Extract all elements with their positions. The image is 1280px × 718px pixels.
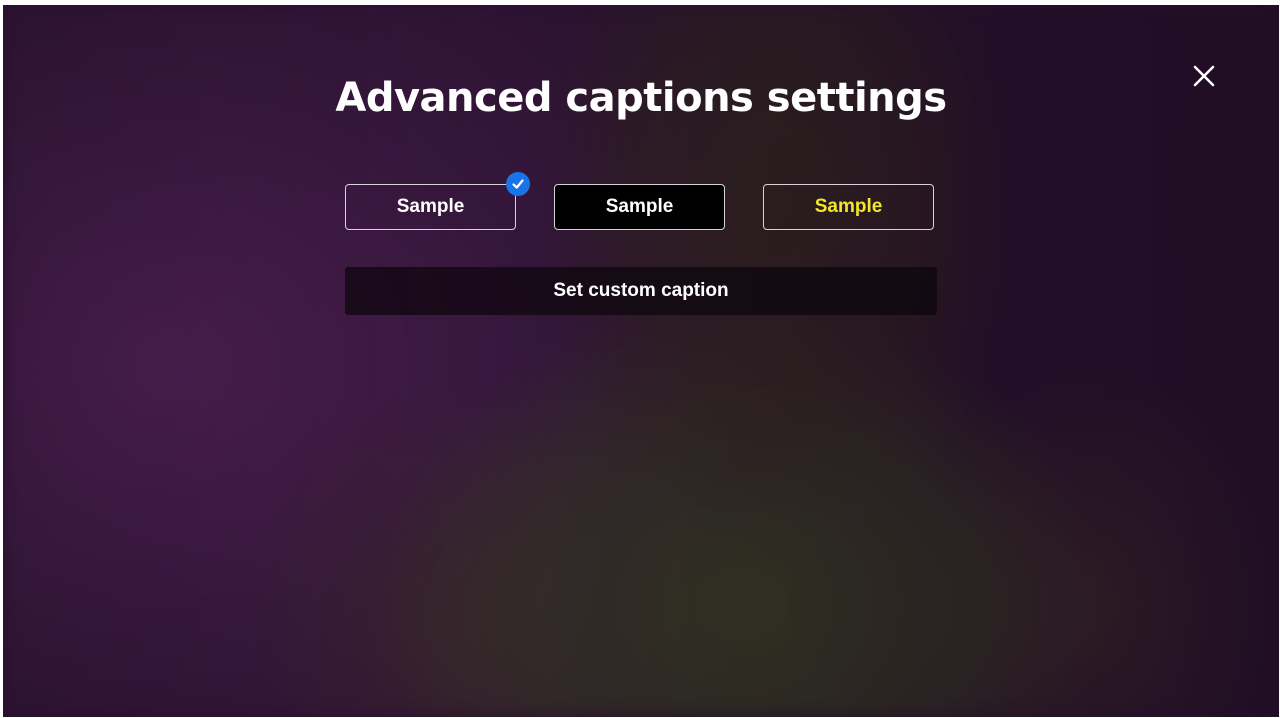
page-title: Advanced captions settings bbox=[335, 75, 947, 121]
caption-style-options: Sample Sample Sample bbox=[345, 172, 937, 232]
caption-style-label: Sample bbox=[814, 196, 883, 217]
close-button[interactable] bbox=[1191, 63, 1217, 89]
caption-style-label: Sample bbox=[396, 196, 465, 217]
captions-settings-screen: Advanced captions settings Sample Sample… bbox=[3, 5, 1279, 717]
checkmark-icon bbox=[512, 179, 524, 189]
close-icon bbox=[1193, 65, 1215, 87]
caption-style-label: Sample bbox=[605, 196, 674, 217]
set-custom-caption-label: Set custom caption bbox=[553, 280, 729, 301]
caption-style-option-white[interactable]: Sample bbox=[345, 184, 516, 230]
caption-style-option-black-background[interactable]: Sample bbox=[554, 184, 725, 230]
caption-style-option-yellow[interactable]: Sample bbox=[763, 184, 934, 230]
set-custom-caption-button[interactable]: Set custom caption bbox=[345, 267, 937, 315]
selected-badge bbox=[506, 172, 530, 196]
